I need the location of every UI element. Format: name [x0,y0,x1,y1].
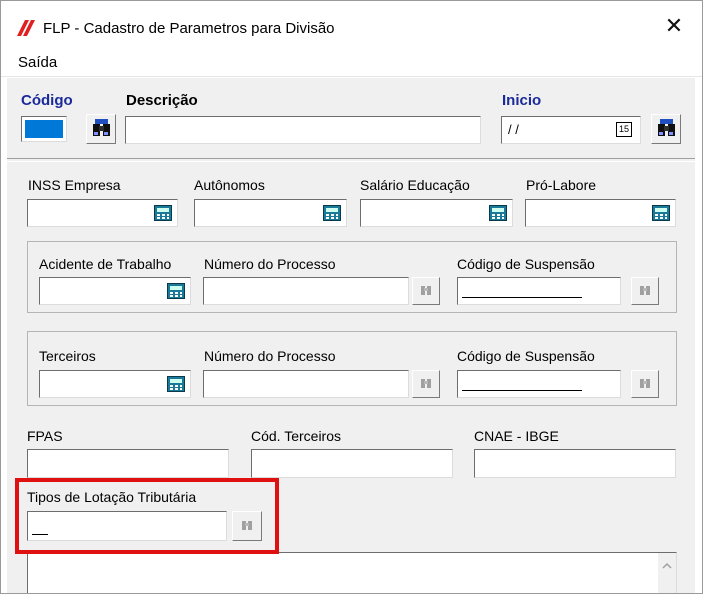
binoculars-icon [640,286,650,295]
section-divider [7,158,695,162]
salario-educacao-input[interactable] [360,199,513,227]
pro-labore-label: Pró-Labore [526,177,597,193]
fpas-input[interactable] [27,449,229,478]
inicio-label: Inicio [502,92,542,109]
inicio-date-input[interactable]: / / 15 [501,116,641,144]
acidente-suspensao-label: Código de Suspensão [457,256,595,272]
codigo-label: Código [21,92,73,109]
inss-empresa-input[interactable] [27,199,178,227]
calendar-icon[interactable]: 15 [616,122,632,137]
terceiros-input[interactable] [39,370,191,398]
terceiros-suspensao-input[interactable] [457,370,621,398]
descricao-label: Descrição [126,92,198,109]
form-panel: Código Descrição Inicio / / 15 INSS Empr… [7,78,695,593]
observacao-textarea[interactable] [27,552,677,593]
acidente-processo-search-button[interactable] [412,277,440,305]
menu-saida[interactable]: Saída [18,54,57,71]
cnae-label: CNAE - IBGE [474,428,559,444]
codigo-field[interactable] [21,116,67,142]
window-title: FLP - Cadastro de Parametros para Divisã… [43,20,335,37]
acidente-suspensao-search-button[interactable] [631,277,659,305]
calculator-icon[interactable] [167,283,185,299]
terceiros-processo-label: Número do Processo [204,348,336,364]
terceiros-processo-search-button[interactable] [412,370,440,398]
codigo-search-button[interactable] [86,114,116,144]
acidente-processo-input[interactable] [203,277,409,305]
cnae-input[interactable] [474,449,676,478]
acidente-suspensao-input[interactable] [457,277,621,305]
terceiros-suspensao-value [462,390,582,391]
calculator-icon[interactable] [489,205,507,221]
inss-empresa-label: INSS Empresa [28,177,121,193]
highlight-box [15,478,279,554]
cod-terceiros-input[interactable] [251,449,453,478]
close-button[interactable]: ✕ [661,13,687,39]
salario-educacao-label: Salário Educação [360,177,470,193]
binoculars-icon [421,379,431,388]
acidente-label: Acidente de Trabalho [39,256,172,272]
scroll-up-icon[interactable] [658,557,676,575]
binoculars-icon [421,286,431,295]
binoculars-icon [658,119,675,136]
terceiros-processo-input[interactable] [203,370,409,398]
binoculars-icon [93,119,110,136]
inicio-date-value: / / [508,122,519,137]
calculator-icon[interactable] [154,205,172,221]
acidente-input[interactable] [39,277,191,305]
calendar-day: 15 [618,124,629,134]
app-logo-icon [17,20,35,36]
inicio-search-button[interactable] [651,114,681,144]
terceiros-suspensao-search-button[interactable] [631,370,659,398]
autonomos-input[interactable] [194,199,347,227]
binoculars-icon [640,379,650,388]
app-window: FLP - Cadastro de Parametros para Divisã… [0,0,703,594]
terceiros-label: Terceiros [39,348,96,364]
menu-divider [1,76,702,77]
calculator-icon[interactable] [652,205,670,221]
cod-terceiros-label: Cód. Terceiros [251,428,342,444]
pro-labore-input[interactable] [525,199,676,227]
descricao-input[interactable] [125,116,481,144]
fpas-label: FPAS [27,428,63,444]
calculator-icon[interactable] [323,205,341,221]
terceiros-suspensao-label: Código de Suspensão [457,348,595,364]
scrollbar[interactable] [658,553,676,593]
autonomos-label: Autônomos [194,177,265,193]
calculator-icon[interactable] [167,376,185,392]
acidente-suspensao-value [462,297,582,298]
acidente-processo-label: Número do Processo [204,256,336,272]
